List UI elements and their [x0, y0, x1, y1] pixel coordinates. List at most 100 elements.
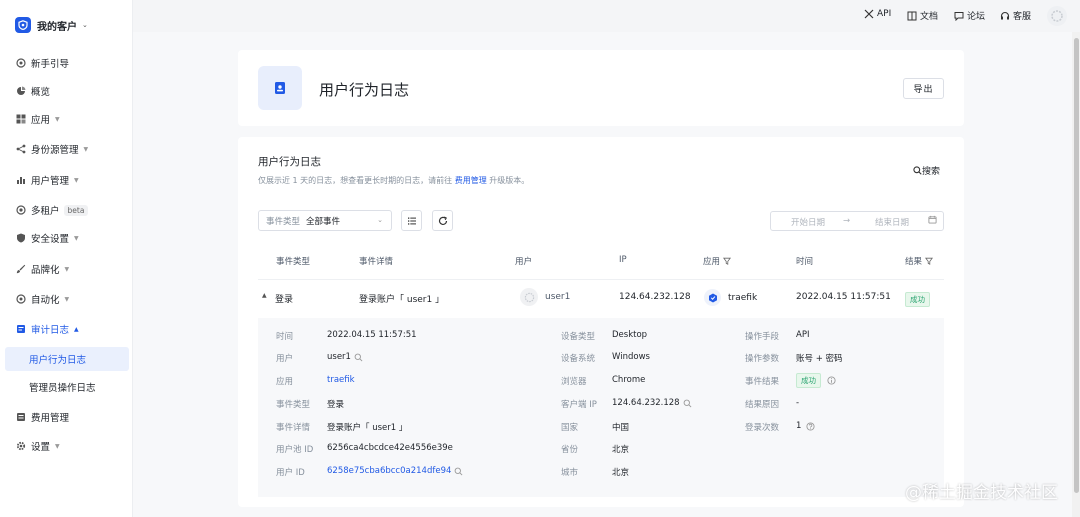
chevron-down-icon: ▼ [55, 442, 60, 450]
sidebar-item-security[interactable]: 安全设置 ▼ [0, 227, 133, 249]
sidebar-item-automation[interactable]: 自动化 ▼ [0, 288, 133, 310]
gear-icon [16, 441, 26, 451]
detail-value: 登录账户「 user1 」 [327, 423, 408, 433]
sidebar: 我的客户 ⌄ 新手引导 概览 应用 ▼ 身份源管理 ▼ 用户管理 ▼ 多租户 b… [0, 0, 133, 517]
detail-user-id-link[interactable]: 6258e75cba6bcc0a214dfe94 [327, 466, 463, 476]
api-link[interactable]: API [864, 9, 891, 19]
detail-label: 设备系统 [561, 354, 596, 364]
detail-label: 用户 [276, 354, 294, 364]
sidebar-item-branding[interactable]: 品牌化 ▼ [0, 258, 133, 280]
log-card: 用户行为日志 仅展示近 1 天的日志，想查看更长时期的日志，请前往 费用管理 升… [238, 137, 964, 507]
filter-icon[interactable] [925, 257, 934, 265]
refresh-button[interactable] [432, 210, 453, 231]
detail-label: 应用 [276, 377, 294, 387]
brand-name: 我的客户 [37, 21, 77, 33]
avatar-icon [1051, 10, 1063, 22]
api-icon [864, 9, 874, 19]
brand-logo-icon [15, 17, 31, 33]
sidebar-item-identity-source[interactable]: 身份源管理 ▼ [0, 138, 133, 160]
sidebar-subitem-user-behavior-log[interactable]: 用户行为日志 [5, 347, 129, 371]
end-date-input[interactable]: 结束日期 [875, 216, 909, 228]
sidebar-item-apps[interactable]: 应用 ▼ [0, 108, 133, 130]
date-range-picker[interactable]: 开始日期 → 结束日期 [770, 211, 944, 231]
page-title: 用户行为日志 [319, 81, 410, 99]
scrollbar-thumb[interactable] [1074, 38, 1079, 493]
detail-label: 事件类型 [276, 400, 311, 410]
chevron-down-icon: ▼ [74, 176, 79, 184]
detail-label: 登录次数 [745, 423, 780, 433]
detail-label: 客户端 IP [561, 400, 597, 410]
sidebar-item-billing[interactable]: 费用管理 [0, 406, 133, 428]
row-event-type: 登录 [275, 295, 294, 305]
search-icon[interactable] [454, 467, 463, 476]
filter-icon[interactable] [723, 257, 732, 265]
support-link[interactable]: 客服 [1000, 9, 1031, 22]
sidebar-item-settings[interactable]: 设置 ▼ [0, 435, 133, 457]
info-icon[interactable] [827, 376, 836, 385]
sidebar-item-multi-tenant[interactable]: 多租户 beta [0, 199, 133, 221]
bar-chart-icon [16, 175, 26, 185]
event-type-label: 事件类型 [266, 216, 301, 227]
support-link-label: 客服 [1013, 12, 1032, 22]
traefik-app-icon [704, 289, 721, 306]
export-button[interactable]: 导出 [903, 78, 944, 99]
chevron-down-icon: ▼ [64, 295, 70, 303]
column-header-ip: IP [619, 255, 627, 265]
docs-link[interactable]: 文档 [907, 9, 938, 22]
detail-label: 操作参数 [745, 354, 780, 364]
billing-icon [16, 412, 26, 422]
row-app-name: traefik [728, 292, 758, 303]
billing-link[interactable]: 费用管理 [455, 176, 487, 185]
sidebar-item-audit-log[interactable]: 审计日志 ▲ [0, 318, 133, 340]
beta-badge: beta [63, 204, 89, 216]
row-collapse-toggle[interactable]: ▲ [262, 292, 267, 299]
sidebar-item-users[interactable]: 用户管理 ▼ [0, 169, 133, 191]
apps-grid-icon [16, 114, 26, 124]
detail-value: Desktop [612, 330, 648, 340]
sidebar-subitem-admin-operation-log[interactable]: 管理员操作日志 [5, 375, 129, 399]
detail-value: 登录 [327, 400, 345, 410]
detail-label: 时间 [276, 332, 294, 342]
help-icon[interactable] [806, 421, 815, 431]
event-type-select[interactable]: 事件类型 全部事件 ⌄ [258, 210, 392, 231]
column-header-result[interactable]: 结果 [905, 255, 934, 267]
forum-link[interactable]: 论坛 [954, 9, 985, 22]
forum-link-label: 论坛 [967, 12, 986, 22]
list-view-button[interactable] [401, 210, 422, 231]
start-date-input[interactable]: 开始日期 [791, 216, 825, 228]
headset-icon [1000, 11, 1010, 19]
chevron-down-icon: ▼ [83, 145, 89, 153]
share-icon [16, 144, 26, 154]
sidebar-item-guide[interactable]: 新手引导 [0, 52, 133, 74]
column-header-event-detail: 事件详情 [359, 257, 394, 267]
sidebar-item-label: 费用管理 [31, 413, 70, 424]
search-icon[interactable] [354, 353, 363, 362]
column-header-time: 时间 [796, 257, 814, 267]
detail-label: 事件结果 [745, 377, 780, 387]
user-avatar[interactable] [1047, 6, 1067, 26]
detail-value: - [796, 398, 800, 408]
log-section-title: 用户行为日志 [258, 156, 321, 168]
column-header-result-label: 结果 [905, 257, 923, 267]
column-header-app[interactable]: 应用 [703, 255, 732, 267]
brand-switcher[interactable]: 我的客户 ⌄ [15, 16, 88, 34]
detail-label: 事件详情 [276, 423, 311, 433]
search-button[interactable]: 搜索 [913, 164, 940, 177]
sidebar-item-label: 用户管理 [31, 176, 70, 187]
sidebar-item-label: 新手引导 [31, 59, 70, 70]
detail-value-login-count: 1 [796, 421, 815, 431]
detail-app-link[interactable]: traefik [327, 375, 355, 385]
sidebar-subitem-label: 管理员操作日志 [29, 383, 96, 394]
sidebar-item-label: 设置 [31, 442, 51, 453]
detail-value: 6256ca4cbcdce42e4556e39e [327, 443, 453, 453]
detail-value: 北京 [612, 468, 630, 478]
chat-icon [954, 11, 964, 21]
pie-chart-icon [16, 86, 26, 96]
sidebar-item-overview[interactable]: 概览 [0, 80, 133, 102]
detail-label: 操作手段 [745, 332, 780, 342]
page-header-card: 用户行为日志 导出 [238, 50, 964, 126]
row-ip: 124.64.232.128 [619, 292, 691, 302]
chevron-up-icon: ▲ [74, 325, 79, 333]
search-icon[interactable] [683, 399, 692, 408]
chevron-down-icon: ▼ [64, 265, 70, 273]
